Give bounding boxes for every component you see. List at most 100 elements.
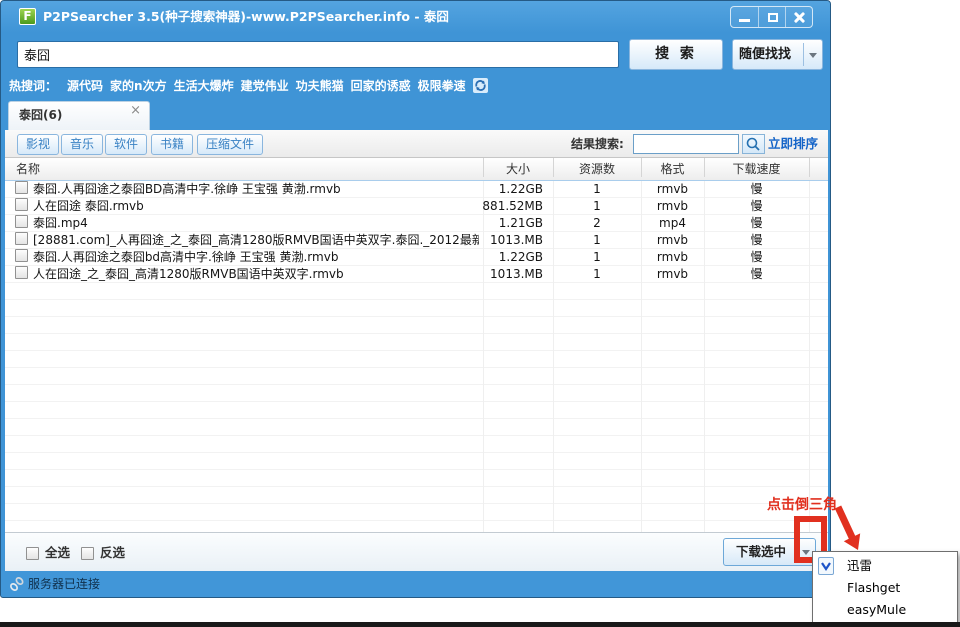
row-checkbox[interactable]	[15, 181, 28, 194]
cell-format: rmvb	[641, 181, 704, 198]
tab-taijiong[interactable]: 泰囧(6) ×	[8, 101, 150, 130]
status-bar: 服务器已连接	[1, 571, 830, 597]
cell-size: 1013.MB	[443, 266, 543, 283]
cell-speed: 慢	[704, 215, 809, 232]
refresh-icon[interactable]	[473, 78, 488, 93]
menu-item-label: easyMule	[847, 602, 906, 617]
hot-word-link[interactable]: 功夫熊猫	[296, 79, 344, 93]
search-button[interactable]: 搜 索	[629, 39, 723, 70]
category-toolbar: 影视 音乐 软件 书籍 压缩文件 结果搜索: 立即排序	[5, 130, 828, 158]
selected-check-icon	[818, 557, 834, 575]
column-header-resources[interactable]: 资源数	[553, 158, 641, 180]
invert-selection-label[interactable]: 反选	[100, 533, 125, 573]
column-header-size[interactable]: 大小	[483, 158, 553, 180]
menu-item-easymule[interactable]: easyMule	[813, 599, 957, 621]
hot-word-link[interactable]: 家的n次方	[110, 79, 167, 93]
status-text: 服务器已连接	[28, 571, 100, 597]
table-row[interactable]: 人在囧途_之_泰囧_高清1280版RMVB国语中英双字.rmvb 1013.MB…	[5, 266, 828, 283]
select-all-checkbox[interactable]	[26, 547, 39, 560]
maximize-icon	[768, 13, 778, 22]
cell-size: 1.22GB	[443, 249, 543, 266]
row-checkbox[interactable]	[15, 232, 28, 245]
row-checkbox[interactable]	[15, 266, 28, 279]
category-video-button[interactable]: 影视	[17, 134, 59, 155]
table-header: 名称 大小 资源数 格式 下载速度	[5, 158, 828, 181]
download-menu: 迅雷 Flashget easyMule	[812, 551, 958, 623]
cell-name: 人在囧途 泰囧.rmvb	[33, 198, 479, 215]
cell-size: 1.21GB	[443, 215, 543, 232]
cell-format: rmvb	[641, 198, 704, 215]
menu-item-label: 迅雷	[847, 558, 872, 573]
category-software-button[interactable]: 软件	[105, 134, 147, 155]
hot-word-link[interactable]: 建党伟业	[241, 79, 289, 93]
hot-words-bar: 热搜词： 源代码家的n次方生活大爆炸建党伟业功夫熊猫回家的诱惑极限拳速	[9, 77, 488, 94]
title-bar: F P2PSearcher 3.5(种子搜索神器)-www.P2PSearche…	[1, 1, 830, 33]
cell-size: 881.52MB	[443, 198, 543, 215]
search-panel: 搜 索 随便找找 热搜词： 源代码家的n次方生活大爆炸建党伟业功夫熊猫回家的诱惑极…	[1, 33, 830, 97]
results-panel: 影视 音乐 软件 书籍 压缩文件 结果搜索: 立即排序 名称 大小 资源数 格式…	[5, 130, 828, 572]
category-music-button[interactable]: 音乐	[61, 134, 103, 155]
maximize-button[interactable]	[758, 7, 785, 27]
cell-format: mp4	[641, 215, 704, 232]
search-input[interactable]	[17, 41, 619, 68]
result-search-label: 结果搜索:	[571, 130, 624, 158]
hot-words-label: 热搜词：	[9, 79, 57, 93]
cell-speed: 慢	[704, 198, 809, 215]
result-search-button[interactable]	[742, 134, 765, 154]
table-row[interactable]: 泰囧.人再囧途之泰囧bd高清中字.徐峥 王宝强 黄渤.rmvb 1.22GB 1…	[5, 249, 828, 266]
cell-resources: 2	[553, 215, 641, 232]
chevron-down-icon[interactable]	[809, 53, 817, 58]
random-search-label: 随便找找	[739, 40, 791, 69]
download-selected-label: 下载选中	[724, 539, 798, 565]
invert-selection-checkbox[interactable]	[81, 547, 94, 560]
link-icon	[9, 576, 25, 592]
app-logo-icon: F	[19, 8, 36, 25]
cell-name: 泰囧.人再囧途之泰囧bd高清中字.徐峥 王宝强 黄渤.rmvb	[33, 249, 479, 266]
column-header-format[interactable]: 格式	[641, 158, 704, 180]
menu-item-flashget[interactable]: Flashget	[813, 577, 957, 599]
category-books-button[interactable]: 书籍	[151, 134, 193, 155]
cell-name: 泰囧.人再囧途之泰囧BD高清中字.徐峥 王宝强 黄渤.rmvb	[33, 181, 479, 198]
table-row[interactable]: 人在囧途 泰囧.rmvb 881.52MB 1 rmvb 慢	[5, 198, 828, 215]
screen-bottom-edge	[0, 622, 960, 627]
tab-label: 泰囧(6)	[19, 102, 62, 129]
row-checkbox[interactable]	[15, 249, 28, 262]
result-search-input[interactable]	[633, 134, 739, 154]
cell-speed: 慢	[704, 181, 809, 198]
menu-item-thunder[interactable]: 迅雷	[813, 555, 957, 577]
table-row[interactable]: 泰囧.人再囧途之泰囧BD高清中字.徐峥 王宝强 黄渤.rmvb 1.22GB 1…	[5, 181, 828, 198]
table-row[interactable]: [28881.com]_人再囧途_之_泰囧_高清1280版RMVB国语中英双字.…	[5, 232, 828, 249]
annotation-arrow-icon	[828, 504, 868, 556]
tab-strip: 泰囧(6) ×	[1, 97, 830, 130]
tab-close-icon[interactable]: ×	[130, 103, 141, 118]
annotation-text: 点击倒三角	[767, 494, 837, 514]
cell-resources: 1	[553, 249, 641, 266]
close-button[interactable]	[785, 7, 812, 27]
hot-word-link[interactable]: 回家的诱惑	[351, 79, 411, 93]
minimize-button[interactable]	[731, 7, 758, 27]
table-body: 泰囧.人再囧途之泰囧BD高清中字.徐峥 王宝强 黄渤.rmvb 1.22GB 1…	[5, 181, 828, 532]
cell-size: 1.22GB	[443, 181, 543, 198]
select-all-label[interactable]: 全选	[45, 533, 70, 573]
row-checkbox[interactable]	[15, 198, 28, 211]
hot-word-link[interactable]: 极限拳速	[418, 79, 466, 93]
column-header-name[interactable]: 名称	[16, 158, 40, 180]
hot-word-link[interactable]: 生活大爆炸	[174, 79, 234, 93]
column-header-speed[interactable]: 下载速度	[704, 158, 809, 180]
app-window: F P2PSearcher 3.5(种子搜索神器)-www.P2PSearche…	[0, 0, 831, 598]
cell-resources: 1	[553, 232, 641, 249]
cell-format: rmvb	[641, 232, 704, 249]
cell-size: 1013.MB	[443, 232, 543, 249]
minimize-icon	[739, 19, 750, 22]
cell-speed: 慢	[704, 266, 809, 283]
cell-format: rmvb	[641, 266, 704, 283]
cell-name: [28881.com]_人再囧途_之_泰囧_高清1280版RMVB国语中英双字.…	[33, 232, 479, 249]
category-archive-button[interactable]: 压缩文件	[197, 134, 263, 155]
menu-item-label: Flashget	[847, 580, 900, 595]
row-checkbox[interactable]	[15, 215, 28, 228]
cell-name: 泰囧.mp4	[33, 215, 479, 232]
random-search-button[interactable]: 随便找找	[732, 39, 823, 70]
hot-word-link[interactable]: 源代码	[67, 79, 103, 93]
table-row[interactable]: 泰囧.mp4 1.21GB 2 mp4 慢	[5, 215, 828, 232]
sort-now-link[interactable]: 立即排序	[768, 130, 818, 158]
